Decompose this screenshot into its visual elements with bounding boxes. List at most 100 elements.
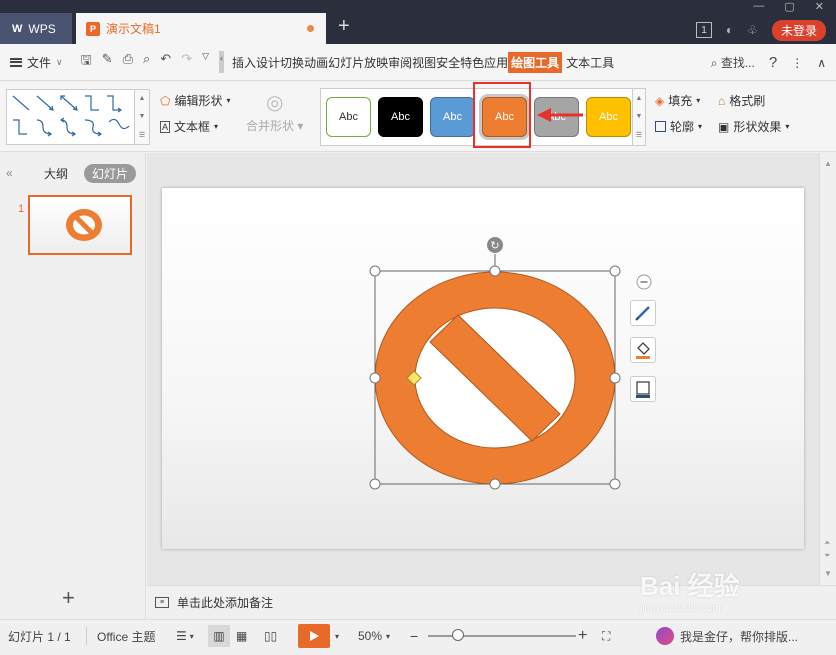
theme-name[interactable]: Office 主题 [97, 620, 155, 652]
login-button[interactable]: 未登录 [771, 19, 826, 41]
edit-shape-button[interactable]: ⬠ 编辑形状 ▾ [160, 92, 230, 109]
tab-design[interactable]: 设计 [256, 54, 280, 71]
style-swatch-black[interactable]: Abc [378, 97, 423, 137]
slide-thumbnail[interactable] [28, 195, 132, 255]
document-tab-label: 演示文稿1 [106, 22, 161, 36]
tab-special-apps[interactable]: 特色应用 [460, 54, 508, 71]
tab-drawing-tools[interactable]: 绘图工具 [508, 51, 563, 73]
tab-outline[interactable]: 大纲 [44, 165, 68, 182]
skin-icon[interactable]: ◐ [726, 23, 733, 37]
red-arrow-annotation-icon [537, 108, 583, 122]
redo-icon[interactable]: ↷ [181, 51, 192, 73]
normal-view-button[interactable]: ▥ [208, 625, 230, 647]
shape-style-quick-button[interactable] [630, 300, 656, 326]
tab-security[interactable]: 安全 [436, 54, 460, 71]
zoom-slider-knob[interactable] [452, 629, 464, 641]
zoom-out-button[interactable]: − [410, 620, 418, 652]
scroll-down-icon[interactable]: ▼ [139, 113, 146, 120]
save-icon[interactable]: 🖫 [81, 51, 92, 73]
find-button[interactable]: ⌕ 查找... [711, 54, 755, 71]
collapse-ribbon-icon[interactable]: ∧ [817, 56, 826, 70]
find-label: 查找... [720, 56, 755, 70]
scroll-down-icon[interactable]: ▼ [636, 113, 643, 120]
print-icon[interactable]: ⎙ [123, 51, 133, 73]
vertical-scrollbar[interactable]: ▲ ⏶ ⏷ ▼ [819, 153, 836, 585]
book-icon: ▯▯ [264, 629, 278, 643]
selected-style-highlight-box [473, 82, 531, 148]
format-painter-qa-icon[interactable]: ✎ [102, 51, 113, 73]
no-symbol-shape[interactable]: ↻ [162, 188, 804, 549]
tab-slideshow[interactable]: 幻灯片放映 [328, 54, 388, 71]
page-down-icon[interactable]: ⏷ [824, 551, 830, 561]
shape-effects-button[interactable]: ▣ 形状效果 ▾ [718, 118, 789, 135]
expand-icon[interactable]: ☰ [636, 131, 642, 139]
zoom-in-button[interactable]: + [578, 620, 587, 652]
slide-sorter-view-button[interactable]: ▦ [236, 620, 247, 652]
reading-view-button[interactable]: ▯▯ [264, 620, 277, 652]
file-menu[interactable]: 文件 ∨ [0, 54, 73, 71]
scroll-down-icon[interactable]: ▼ [824, 569, 832, 578]
format-painter-button[interactable]: ⌂ 格式刷 [718, 92, 765, 109]
scroll-up-icon[interactable]: ▲ [824, 159, 832, 168]
chevron-down-icon: ▾ [696, 96, 701, 105]
shape-outline-quick-button[interactable] [630, 376, 656, 402]
assistant-message[interactable]: 我是金仔，帮你排版... [656, 620, 798, 652]
shape-fill-quick-button[interactable] [630, 337, 656, 363]
shapes-gallery[interactable] [6, 89, 149, 145]
slideshow-options-icon[interactable]: ▾ [335, 620, 339, 652]
lines-icon: ☰ [176, 629, 187, 643]
fill-button[interactable]: ◈ 填充 ▾ [655, 92, 700, 109]
edit-shape-icon: ⬠ [160, 93, 171, 108]
slide[interactable]: ↻ [162, 188, 804, 549]
new-tab-button[interactable]: + [338, 16, 350, 36]
print-preview-icon[interactable]: ⌕ [143, 51, 150, 73]
text-box-icon: A [160, 120, 171, 133]
style-gallery-scroll[interactable]: ▲ ▼ ☰ [632, 88, 646, 146]
unsaved-dot-icon[interactable] [307, 25, 314, 32]
watermark-text: Bai 经验 [640, 571, 740, 601]
tab-review[interactable]: 审阅 [388, 54, 412, 71]
assistant-avatar [656, 627, 674, 645]
scroll-left-icon[interactable]: ‹ [219, 51, 225, 73]
tab-insert[interactable]: 插入 [232, 54, 256, 71]
collapse-panel-icon[interactable]: « [6, 166, 13, 180]
zoom-slider-track[interactable] [428, 635, 576, 637]
style-swatch-outline-green[interactable]: Abc [326, 97, 371, 137]
wps-home-tab[interactable]: W WPS [0, 13, 72, 44]
scroll-up-icon[interactable]: ▲ [636, 95, 643, 102]
undo-icon[interactable]: ↶ [160, 51, 171, 73]
tab-transition[interactable]: 切换 [280, 54, 304, 71]
format-painter-icon: ⌂ [718, 93, 726, 108]
tab-text-tools[interactable]: 文本工具 [566, 54, 614, 71]
page-count-badge[interactable]: 1 [695, 22, 712, 38]
tab-view[interactable]: 视图 [412, 54, 436, 71]
page-up-icon[interactable]: ⏶ [824, 538, 830, 548]
tab-animation[interactable]: 动画 [304, 54, 328, 71]
add-slide-button[interactable]: + [62, 585, 75, 611]
more-icon[interactable]: ⋮ [791, 56, 803, 70]
pen-icon [635, 306, 650, 321]
outline-button[interactable]: 轮廓 ▾ [655, 118, 702, 135]
text-box-button[interactable]: A 文本框 ▾ [160, 118, 218, 135]
style-swatch-gold[interactable]: Abc [586, 97, 631, 137]
document-tab[interactable]: P 演示文稿1 [76, 13, 326, 44]
fit-window-icon: ⛶ [602, 628, 611, 643]
editing-canvas: ↻ [147, 153, 819, 585]
notes-placeholder: 单击此处添加备注 [177, 596, 274, 610]
tab-slides[interactable]: 幻灯片 [84, 163, 137, 183]
customize-qa-icon[interactable]: ▽ [202, 51, 209, 73]
scroll-up-icon[interactable]: ▲ [139, 95, 146, 102]
style-swatch-blue[interactable]: Abc [430, 97, 475, 137]
help-button[interactable]: ? [769, 54, 777, 71]
fit-window-button[interactable]: ⛶ [602, 620, 610, 652]
notes-toggle-button[interactable]: ☰ ▾ [176, 620, 194, 652]
expand-icon[interactable]: ☰ [139, 131, 145, 139]
collapse-minus-icon[interactable] [636, 274, 652, 290]
merge-shape-icon: ◎ [265, 92, 284, 114]
zoom-level[interactable]: 50% ▾ [358, 620, 390, 652]
merge-shape-button[interactable]: ◎ 合并形状 ▾ [246, 90, 303, 134]
shapes-gallery-scroll[interactable]: ▲ ▼ ☰ [134, 89, 150, 145]
play-icon [310, 631, 319, 641]
play-slideshow-button[interactable] [298, 624, 330, 648]
shirt-icon[interactable]: ♧ [747, 23, 758, 37]
